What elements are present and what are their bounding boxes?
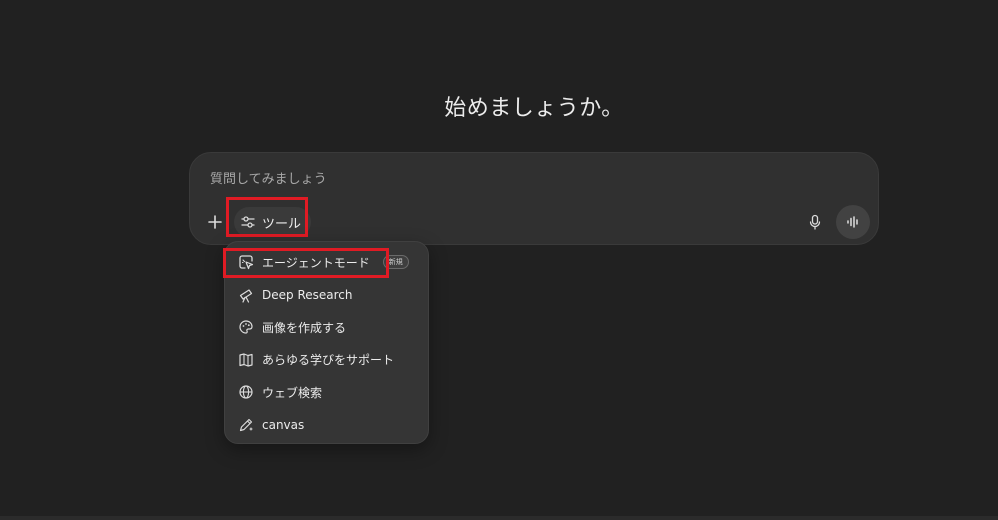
- menu-item-label: あらゆる学びをサポート: [262, 353, 395, 368]
- palette-icon: [237, 318, 255, 336]
- voice-mode-button[interactable]: [836, 205, 870, 239]
- page-headline: 始めましょうか。: [444, 96, 624, 121]
- book-icon: [237, 351, 255, 369]
- bottom-edge: [0, 516, 998, 520]
- globe-icon: [237, 383, 255, 401]
- menu-item-label: 画像を作成する: [262, 320, 347, 335]
- menu-item-label: canvas: [262, 417, 305, 432]
- page: 始めましょうか。 ツール: [0, 0, 998, 520]
- dictate-button[interactable]: [802, 209, 828, 235]
- menu-item-deep-research[interactable]: Deep Research: [225, 279, 428, 312]
- menu-item-agent-mode[interactable]: エージェントモード 新規: [225, 246, 428, 279]
- menu-item-create-image[interactable]: 画像を作成する: [225, 311, 428, 344]
- tools-label: ツール: [262, 216, 302, 232]
- agent-cursor-icon: [237, 253, 255, 271]
- add-attachment-button[interactable]: [204, 211, 226, 233]
- microphone-icon: [807, 214, 823, 230]
- menu-item-web-search[interactable]: ウェブ検索: [225, 376, 428, 409]
- menu-item-study-support[interactable]: あらゆる学びをサポート: [225, 344, 428, 377]
- new-badge: 新規: [382, 255, 409, 270]
- pen-icon: [237, 416, 255, 434]
- menu-item-canvas[interactable]: canvas: [225, 409, 428, 442]
- waveform-icon: [845, 214, 861, 230]
- menu-item-label: エージェントモード: [262, 255, 370, 270]
- plus-icon: [207, 214, 223, 230]
- tools-menu: エージェントモード 新規 Deep Research 画像を作成する あらゆる学…: [224, 241, 429, 444]
- sliders-icon: [240, 214, 256, 230]
- prompt-input[interactable]: [208, 167, 812, 191]
- telescope-icon: [237, 286, 255, 304]
- composer: ツール: [189, 152, 879, 245]
- tools-button[interactable]: ツール: [234, 207, 312, 237]
- menu-item-label: Deep Research: [262, 287, 353, 302]
- menu-item-label: ウェブ検索: [262, 385, 323, 400]
